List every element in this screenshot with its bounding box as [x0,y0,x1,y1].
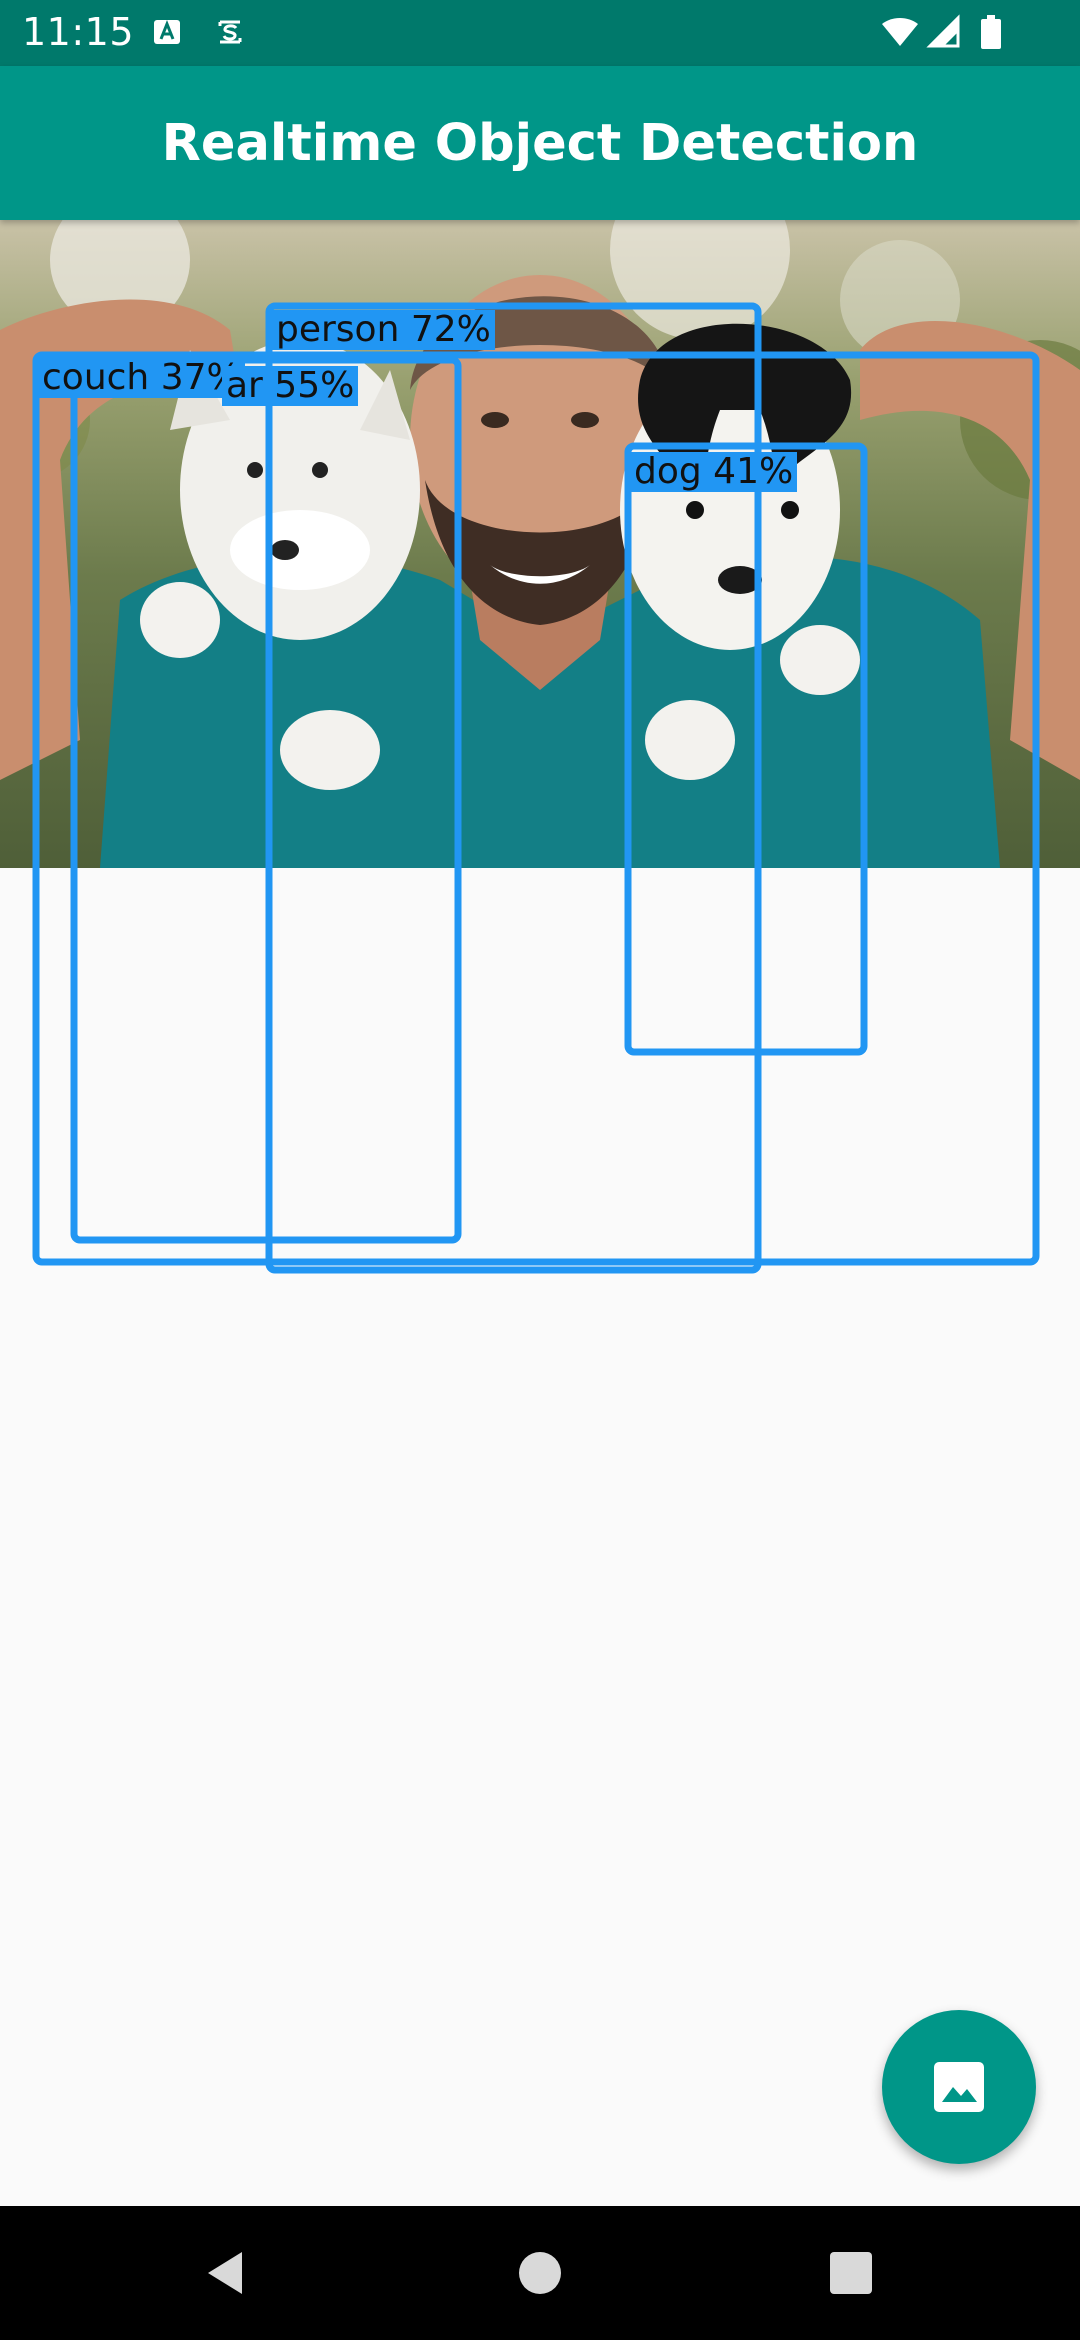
status-time: 11:15 [22,10,135,54]
app-title: Realtime Object Detection [161,114,919,173]
recents-icon[interactable] [820,2242,882,2304]
status-bar: 11:15 [0,0,1080,66]
app-bar: Realtime Object Detection [0,66,1080,220]
back-icon[interactable] [194,2242,256,2304]
screen-capture-icon [218,20,242,44]
image-icon [934,2062,984,2112]
photo-illustration [0,220,1080,868]
text-a-icon [154,19,180,44]
home-icon[interactable] [509,2242,571,2304]
pick-image-button[interactable] [882,2010,1036,2164]
detection-photo [0,220,1080,868]
wifi-icon [882,18,918,46]
battery-icon [981,15,1001,49]
signal-icon [926,14,960,48]
navigation-bar [0,2206,1080,2340]
